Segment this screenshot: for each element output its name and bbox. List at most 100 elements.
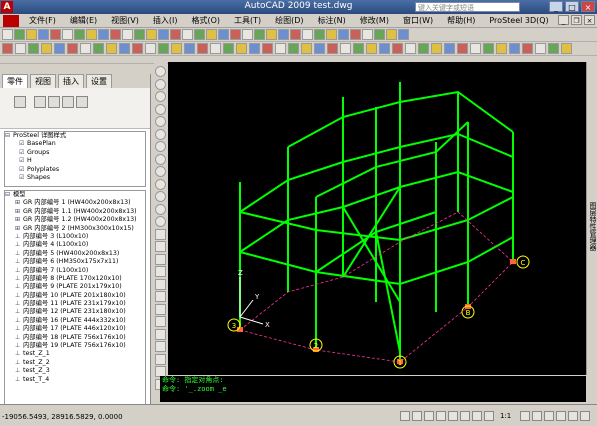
toolbar-button[interactable] [119,43,130,54]
toolbar-button[interactable] [496,43,507,54]
toolbar-button[interactable] [145,43,156,54]
toolbar-button[interactable] [278,29,289,40]
doc-close-button[interactable]: × [584,15,595,25]
draw-tool-button[interactable] [155,328,166,340]
status-toggle-button[interactable] [472,411,482,421]
toolbar-button[interactable] [249,43,260,54]
tab-view[interactable]: 视图 [30,74,56,88]
model-tree-item[interactable]: ⊥ 内部编号 6 (HM350x175x7x11) [5,258,145,266]
brush-icon[interactable] [76,96,88,108]
toolbar-button[interactable] [122,29,133,40]
toolbar-button[interactable] [290,29,301,40]
tab-settings[interactable]: 设置 [86,74,112,88]
toolbar-button[interactable] [262,43,273,54]
drawing-canvas[interactable]: 3 2 1 B C Z X Y [168,62,586,375]
toolbar-button[interactable] [26,29,37,40]
draw-tool-button[interactable] [155,353,166,365]
model-tree-item[interactable]: ⊥ 内部编号 9 (PLATE 201x179x10) [5,283,145,291]
model-tree-item[interactable]: ⊥ 内部编号 17 (PLATE 446x120x10) [5,325,145,333]
toolbar-button[interactable] [431,43,442,54]
tree-item[interactable]: ☑ Groups [5,149,145,157]
list-icon[interactable] [34,96,46,108]
draw-tool-button[interactable] [155,253,166,265]
toolbar-button[interactable] [86,29,97,40]
toolbar-button[interactable] [362,29,373,40]
tree-item[interactable]: ☑ BasePlan [5,140,145,148]
draw-tool-button[interactable] [155,291,166,302]
status-toggle-button[interactable] [400,411,410,421]
close-button[interactable]: × [581,1,595,12]
toolbar-button[interactable] [171,43,182,54]
toolbar-button[interactable] [98,29,109,40]
toolbar-button[interactable] [15,43,26,54]
menu-dimension[interactable]: 标注(N) [311,15,353,26]
toolbar-button[interactable] [146,29,157,40]
toolbar-button[interactable] [457,43,468,54]
draw-tool-button[interactable] [155,228,166,240]
model-tree-item[interactable]: ⊥ test_Z_3 [5,367,145,375]
toolbar-button[interactable] [350,29,361,40]
draw-tool-button[interactable] [155,241,166,252]
draw-tool-button[interactable] [155,153,166,165]
menu-edit[interactable]: 编辑(E) [63,15,104,26]
toolbar-button[interactable] [444,43,455,54]
layer-palette-strip[interactable]: 图层特性管理器 [586,62,597,375]
menu-insert[interactable]: 插入(I) [146,15,185,26]
draw-tool-button[interactable] [155,341,166,352]
toolbar-button[interactable] [194,29,205,40]
annotation-scale[interactable]: 1:1 [500,412,511,420]
menu-prosteel[interactable]: ProSteel 3D(Q) [482,16,555,25]
draw-tool-button[interactable] [155,141,166,152]
draw-tool-button[interactable] [155,66,166,77]
toolbar-button[interactable] [340,43,351,54]
menu-modify[interactable]: 修改(M) [353,15,396,26]
menu-app-icon[interactable] [3,14,19,27]
draw-tool-button[interactable] [155,103,166,115]
maximize-button[interactable]: □ [565,1,579,12]
menu-format[interactable]: 格式(O) [184,15,227,26]
toolbar-button[interactable] [548,43,559,54]
toolbar-button[interactable] [288,43,299,54]
toolbar-button[interactable] [353,43,364,54]
toolbar-button[interactable] [236,43,247,54]
toolbar-button[interactable] [134,29,145,40]
menu-window[interactable]: 窗口(W) [396,15,440,26]
help-search-input[interactable]: 键入关键字或短语 [415,2,520,12]
toolbar-button[interactable] [182,29,193,40]
draw-tool-button[interactable] [155,266,166,277]
draw-tool-button[interactable] [155,316,166,327]
model-tree-item[interactable]: ⊞ GR 内部编号 1 (HW400x200x8x13) [5,199,145,207]
draw-tool-button[interactable] [155,116,166,127]
toolbar-button[interactable] [327,43,338,54]
model-tree-item[interactable]: ⊥ 内部编号 18 (PLATE 756x176x10) [5,334,145,342]
model-tree-item[interactable]: ⊥ 内部编号 7 (L100x10) [5,267,145,275]
status-toggle-button[interactable] [568,411,578,421]
toolbar-button[interactable] [386,29,397,40]
status-toggle-button[interactable] [424,411,434,421]
toolbar-button[interactable] [275,43,286,54]
tree-item[interactable]: ☑ Polyplates [5,166,145,174]
toolbar-button[interactable] [41,43,52,54]
toolbar-button[interactable] [379,43,390,54]
model-tree-item[interactable]: ⊥ 内部编号 5 (HW400x200x8x13) [5,250,145,258]
toolbar-button[interactable] [54,43,65,54]
toolbar-button[interactable] [106,43,117,54]
menu-tools[interactable]: 工具(T) [227,15,268,26]
toolbar-button[interactable] [28,43,39,54]
toolbar-button[interactable] [38,29,49,40]
toolbar-button[interactable] [535,43,546,54]
edit-icon[interactable] [48,96,60,108]
status-toggle-button[interactable] [520,411,530,421]
toolbar-button[interactable] [338,29,349,40]
toolbar-button[interactable] [509,43,520,54]
command-line[interactable]: 命令: 指定对角点: 命令: '_.zoom _e [160,376,586,402]
toolbar-button[interactable] [301,43,312,54]
toolbar-button[interactable] [218,29,229,40]
model-tree-item[interactable]: ⊥ 内部编号 12 (PLATE 231x180x10) [5,308,145,316]
tree-item[interactable]: ☑ H [5,157,145,165]
tab-insert[interactable]: 插入 [58,74,84,88]
status-toggle-button[interactable] [544,411,554,421]
draw-tool-button[interactable] [155,78,166,90]
draw-tool-button[interactable] [155,91,166,102]
toolbar-button[interactable] [470,43,481,54]
